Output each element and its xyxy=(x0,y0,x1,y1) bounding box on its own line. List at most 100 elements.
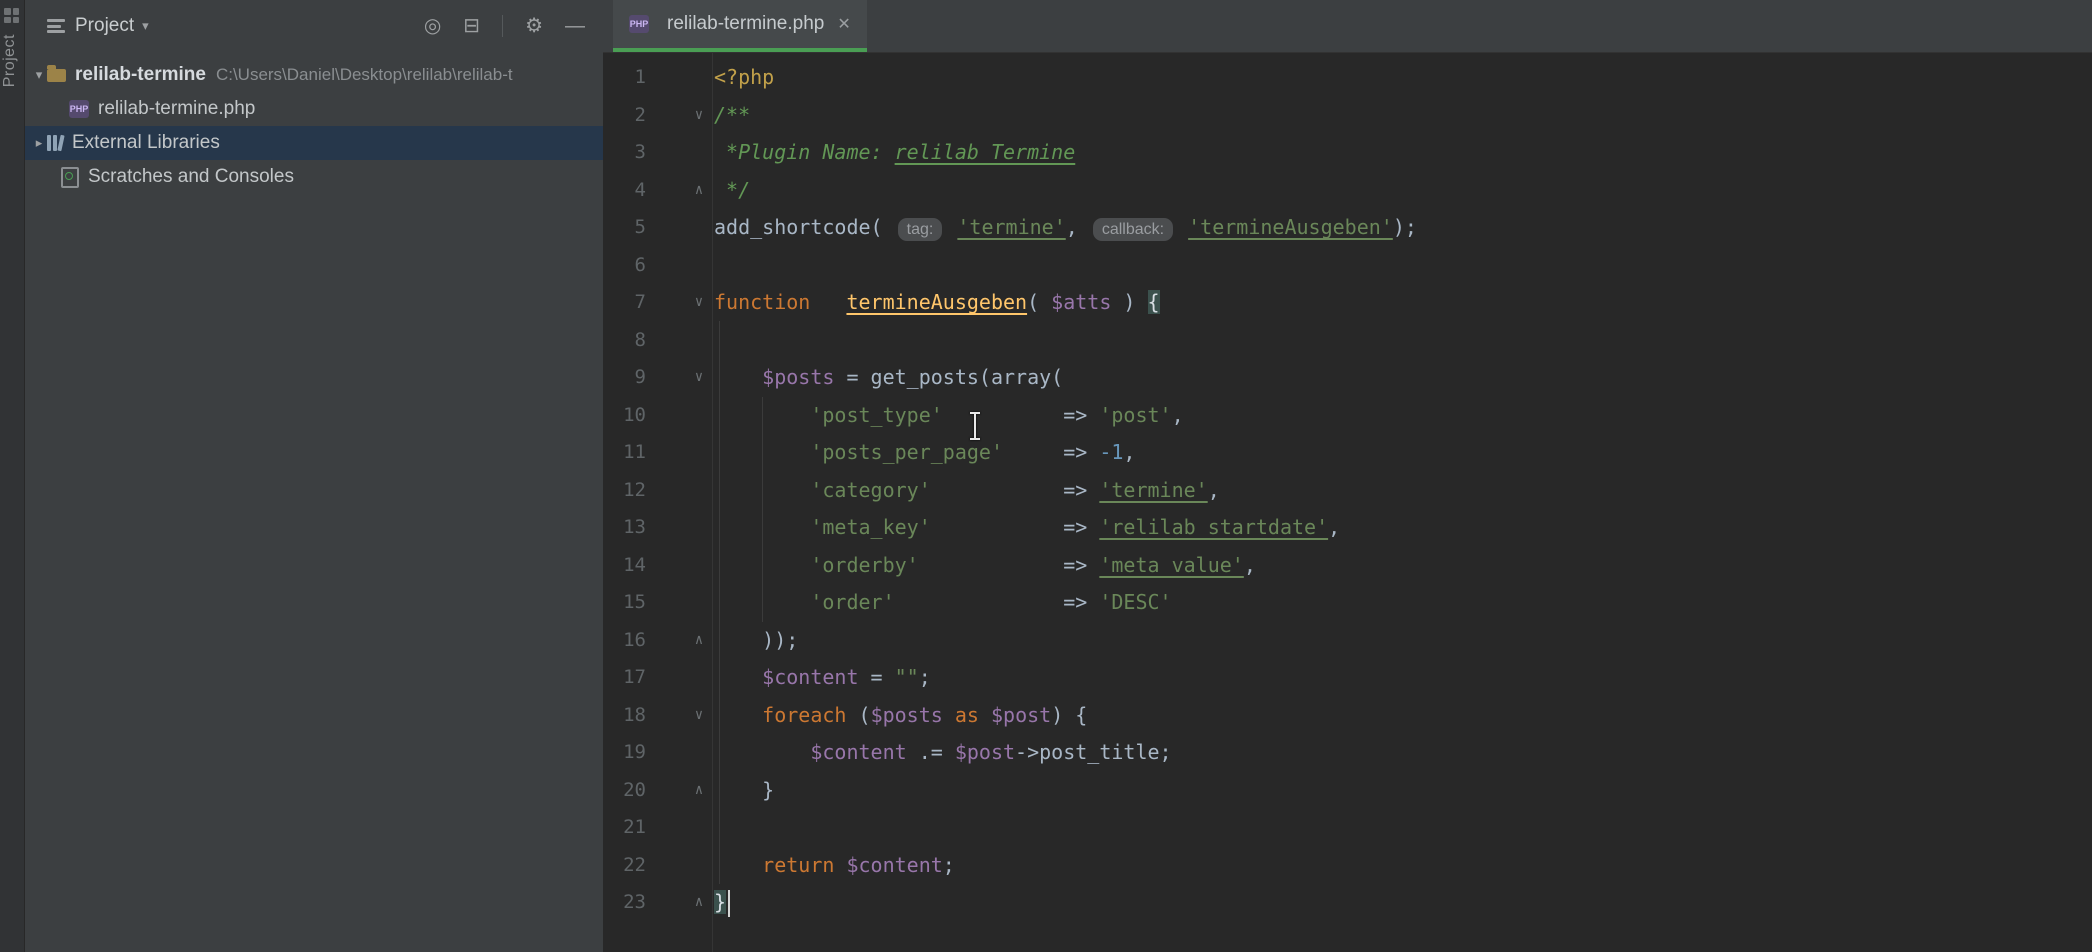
tab-relilab-termine-php[interactable]: PHP relilab-termine.php ✕ xyxy=(613,0,867,52)
project-root-label: relilab-termine xyxy=(75,64,206,86)
settings-gear-icon[interactable]: ⚙ xyxy=(525,16,543,36)
code-line[interactable] xyxy=(714,247,2092,285)
code-line[interactable]: 'order' => 'DESC' xyxy=(714,584,2092,622)
line-number: 18 xyxy=(623,704,646,726)
code-line[interactable]: )); xyxy=(714,622,2092,660)
code-line[interactable]: /** xyxy=(714,97,2092,135)
tree-item-scratches[interactable]: Scratches and Consoles xyxy=(25,160,603,194)
close-icon[interactable]: ✕ xyxy=(837,14,850,34)
gutter-line[interactable]: 16 ∧ xyxy=(603,622,712,660)
project-panel-header: Project ▾ ◎ ⊟ ⚙ — xyxy=(25,0,603,52)
line-number: 6 xyxy=(635,254,646,276)
locate-file-icon[interactable]: ◎ xyxy=(424,16,441,36)
code-line[interactable]: foreach ($posts as $post) { xyxy=(714,697,2092,735)
code-line[interactable]: } xyxy=(714,772,2092,810)
tree-item-php-file[interactable]: PHP relilab-termine.php xyxy=(25,92,603,126)
line-number: 17 xyxy=(623,666,646,688)
fold-toggle-icon[interactable]: ∨ xyxy=(690,284,708,322)
code-line[interactable]: 'meta_key' => 'relilab_startdate', xyxy=(714,509,2092,547)
code-line[interactable]: function termineAusgeben( $atts ) { xyxy=(714,284,2092,322)
line-number: 8 xyxy=(635,329,646,351)
gutter-line[interactable]: 5 xyxy=(603,209,712,247)
gutter-line[interactable]: 21 xyxy=(603,809,712,847)
php-file-label: relilab-termine.php xyxy=(98,98,255,120)
gutter-line[interactable]: 6 xyxy=(603,247,712,285)
gutter-line[interactable]: 1 xyxy=(603,59,712,97)
libraries-icon xyxy=(47,135,63,151)
gutter-line[interactable]: 19 xyxy=(603,734,712,772)
gutter-line[interactable]: 2∨ xyxy=(603,97,712,135)
editor-tab-bar: PHP relilab-termine.php ✕ xyxy=(603,0,2092,53)
collapse-all-icon[interactable]: ⊟ xyxy=(463,16,480,36)
code-line[interactable]: *Plugin Name: relilab Termine xyxy=(714,134,2092,172)
line-number: 23 xyxy=(623,891,646,913)
line-number: 20 xyxy=(623,779,646,801)
hide-panel-icon[interactable]: — xyxy=(565,16,585,36)
gutter-line[interactable]: 3 xyxy=(603,134,712,172)
code-line[interactable] xyxy=(714,322,2092,360)
project-panel-title[interactable]: Project xyxy=(75,15,134,37)
gutter-line[interactable]: 10 xyxy=(603,397,712,435)
chevron-down-icon[interactable]: ▾ xyxy=(142,18,149,34)
gutter-line[interactable]: 17 xyxy=(603,659,712,697)
code-line[interactable]: 'category' => 'termine', xyxy=(714,472,2092,510)
gutter-line[interactable]: 14 xyxy=(603,547,712,585)
code-line[interactable]: } xyxy=(714,884,2092,922)
project-stripe-button[interactable]: Project xyxy=(1,34,19,87)
project-view-icon xyxy=(47,19,65,33)
code-line[interactable]: add_shortcode( tag: 'termine', callback:… xyxy=(714,209,2092,247)
gutter-line[interactable]: 4∧ xyxy=(603,172,712,210)
fold-toggle-icon[interactable]: ∧ xyxy=(690,884,708,922)
fold-toggle-icon[interactable]: ∧ xyxy=(690,622,708,660)
line-number: 13 xyxy=(623,516,646,538)
line-number: 1 xyxy=(635,66,646,88)
text-caret xyxy=(728,890,730,917)
line-number: 22 xyxy=(623,854,646,876)
line-number: 21 xyxy=(623,816,646,838)
gutter-line[interactable]: 18 ∨ xyxy=(603,697,712,735)
folder-icon xyxy=(47,69,66,82)
fold-toggle-icon[interactable]: ∨ xyxy=(690,97,708,135)
code-line[interactable]: <?php xyxy=(714,59,2092,97)
indent-guide xyxy=(719,321,720,884)
gutter-line[interactable]: 20 ∧ xyxy=(603,772,712,810)
code-line[interactable]: return $content; xyxy=(714,847,2092,885)
line-number: 10 xyxy=(623,404,646,426)
gutter-line[interactable]: 22 xyxy=(603,847,712,885)
gutter-line[interactable]: 7∨ xyxy=(603,284,712,322)
gutter-line[interactable]: 13 xyxy=(603,509,712,547)
mouse-cursor-ibeam xyxy=(967,412,983,440)
code-line[interactable]: 'posts_per_page' => -1, xyxy=(714,434,2092,472)
indent-guide xyxy=(762,397,763,622)
gutter-line[interactable]: 8 xyxy=(603,322,712,360)
scratches-icon xyxy=(61,167,79,188)
project-root-path: C:\Users\Daniel\Desktop\relilab\relilab-… xyxy=(216,65,513,85)
tree-item-project-root[interactable]: ▾ relilab-termine C:\Users\Daniel\Deskto… xyxy=(25,58,603,92)
code-line[interactable]: $content = ""; xyxy=(714,659,2092,697)
fold-toggle-icon[interactable]: ∨ xyxy=(690,697,708,735)
chevron-right-icon[interactable]: ▸ xyxy=(31,135,47,151)
code-line[interactable]: $posts = get_posts(array( xyxy=(714,359,2092,397)
gutter-line[interactable]: 12 xyxy=(603,472,712,510)
toolbar-divider xyxy=(502,15,503,37)
fold-toggle-icon[interactable]: ∨ xyxy=(690,359,708,397)
code-line[interactable]: 'post_type' => 'post', xyxy=(714,397,2092,435)
php-file-icon: PHP xyxy=(629,15,649,33)
gutter-line[interactable]: 15 xyxy=(603,584,712,622)
code-line[interactable]: 'orderby' => 'meta_value', xyxy=(714,547,2092,585)
chevron-down-icon[interactable]: ▾ xyxy=(31,67,47,83)
editor-area: PHP relilab-termine.php ✕ 12∨34∧567∨89∨1… xyxy=(603,0,2092,952)
line-number: 16 xyxy=(623,629,646,651)
fold-toggle-icon[interactable]: ∧ xyxy=(690,772,708,810)
gutter-line[interactable]: 9∨ xyxy=(603,359,712,397)
main-menu-icon[interactable] xyxy=(4,8,19,23)
code-line[interactable]: */ xyxy=(714,172,2092,210)
tree-item-external-libraries[interactable]: ▸ External Libraries xyxy=(25,126,603,160)
gutter-line[interactable]: 23 ∧ xyxy=(603,884,712,922)
code-line[interactable] xyxy=(714,809,2092,847)
code-editor[interactable]: <?php/** *Plugin Name: relilab Termine *… xyxy=(714,53,2092,952)
fold-toggle-icon[interactable]: ∧ xyxy=(690,172,708,210)
parameter-hint: tag: xyxy=(898,218,943,241)
gutter-line[interactable]: 11 xyxy=(603,434,712,472)
code-line[interactable]: $content .= $post->post_title; xyxy=(714,734,2092,772)
